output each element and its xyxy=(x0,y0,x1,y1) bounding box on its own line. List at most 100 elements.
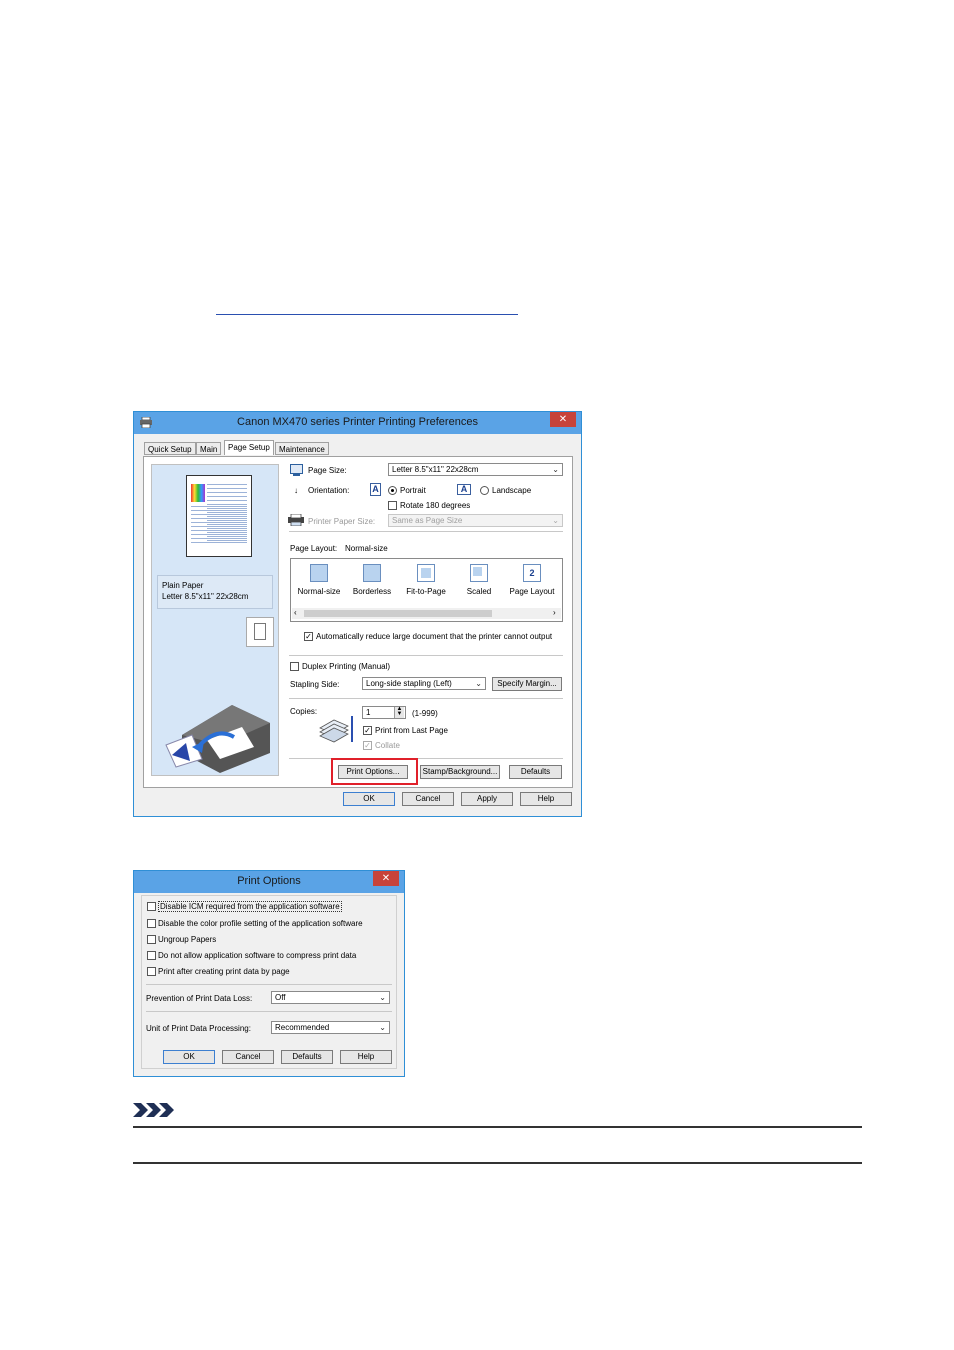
scroll-left-icon[interactable]: ‹ xyxy=(294,608,297,617)
disable-icm-checkbox[interactable] xyxy=(147,902,156,911)
help-button[interactable]: Help xyxy=(340,1050,392,1064)
layout-option-normal-size[interactable]: Normal-size xyxy=(293,587,345,596)
apply-button[interactable]: Apply xyxy=(461,792,513,806)
page-size-icon xyxy=(290,464,303,476)
ok-button[interactable]: OK xyxy=(163,1050,215,1064)
landscape-radio[interactable] xyxy=(480,486,489,495)
separator xyxy=(146,1011,392,1012)
defaults-button[interactable]: Defaults xyxy=(509,765,562,779)
spinner-icon[interactable]: ▲ ▼ xyxy=(394,706,404,718)
ok-button[interactable]: OK xyxy=(343,792,395,806)
layout-option-scaled[interactable]: Scaled xyxy=(453,587,505,596)
tab-page-setup[interactable]: Page Setup xyxy=(224,440,274,455)
help-button[interactable]: Help xyxy=(520,792,572,806)
chevron-down-icon: ⌄ xyxy=(379,993,386,1002)
portrait-icon: A xyxy=(370,483,381,496)
stapling-side-select[interactable]: Long-side stapling (Left) ⌄ xyxy=(362,677,486,690)
layout-option-page-layout[interactable]: Page Layout xyxy=(506,587,558,596)
collate-checkbox[interactable]: ✓ xyxy=(363,741,372,750)
prevention-value: Off xyxy=(275,993,286,1002)
landscape-label: Landscape xyxy=(492,486,532,495)
printer-paper-size-label: Printer Paper Size: xyxy=(308,517,376,526)
print-from-last-page-checkbox[interactable]: ✓ xyxy=(363,726,372,735)
print-after-creating-label: Print after creating print data by page xyxy=(158,967,290,976)
copies-label: Copies: xyxy=(290,707,318,716)
tab-quick-setup[interactable]: Quick Setup xyxy=(144,442,196,455)
prevention-label: Prevention of Print Data Loss: xyxy=(146,994,253,1003)
unit-value: Recommended xyxy=(275,1023,330,1032)
scaled-icon[interactable] xyxy=(470,564,488,582)
close-button[interactable]: ✕ xyxy=(550,412,576,427)
chevron-down-icon: ⌄ xyxy=(379,1023,386,1032)
page-layout-list[interactable]: Normal-size Borderless Fit-to-Page Scale… xyxy=(290,558,563,622)
layout-option-fit-to-page[interactable]: Fit-to-Page xyxy=(400,587,452,596)
copies-input[interactable]: 1 ▲ ▼ xyxy=(362,706,406,719)
cancel-button[interactable]: Cancel xyxy=(222,1050,274,1064)
tab-main[interactable]: Main xyxy=(196,442,222,455)
chevron-down-icon: ⌄ xyxy=(552,516,559,525)
page-size-select[interactable]: Letter 8.5"x11" 22x28cm ⌄ xyxy=(388,463,563,476)
rotate-180-checkbox[interactable] xyxy=(388,501,397,510)
layout-option-borderless[interactable]: Borderless xyxy=(346,587,398,596)
title-bar[interactable]: Canon MX470 series Printer Printing Pref… xyxy=(134,412,581,434)
rotate-180-label: Rotate 180 degrees xyxy=(400,501,471,510)
window-title: Print Options xyxy=(237,875,301,887)
page-layout-icon[interactable]: 2 xyxy=(523,564,541,582)
page-preview xyxy=(186,475,252,557)
printer-paper-icon xyxy=(288,514,304,526)
disable-color-profile-label: Disable the color profile setting of the… xyxy=(158,919,363,928)
note-top-rule xyxy=(133,1126,862,1128)
tab-strip: Quick Setup Main Page Setup Maintenance xyxy=(144,440,444,456)
ungroup-papers-checkbox[interactable] xyxy=(147,935,156,944)
disable-color-profile-checkbox[interactable] xyxy=(147,919,156,928)
page-size-value: Letter 8.5"x11" 22x28cm xyxy=(392,465,479,474)
scrollbar-thumb[interactable] xyxy=(304,610,492,617)
window-title: Canon MX470 series Printer Printing Pref… xyxy=(237,416,478,428)
specify-margin-button[interactable]: Specify Margin... xyxy=(492,677,562,691)
copies-stack-icon xyxy=(319,716,353,743)
duplex-label: Duplex Printing (Manual) xyxy=(302,662,391,671)
borderless-icon[interactable] xyxy=(363,564,381,582)
separator xyxy=(289,655,563,656)
hyperlink-underline[interactable] xyxy=(216,314,518,315)
page-size-label: Page Size: xyxy=(308,466,347,475)
cancel-button[interactable]: Cancel xyxy=(402,792,454,806)
print-options-highlight xyxy=(331,758,418,785)
no-compress-checkbox[interactable] xyxy=(147,951,156,960)
printer-paper-size-select[interactable]: Same as Page Size ⌄ xyxy=(388,514,563,527)
fit-to-page-icon[interactable] xyxy=(417,564,435,582)
chevron-down-icon: ⌄ xyxy=(475,679,482,688)
title-bar[interactable]: Print Options ✕ xyxy=(134,871,404,893)
print-options-window: Print Options ✕ Disable ICM required fro… xyxy=(133,870,405,1077)
duplex-checkbox[interactable] xyxy=(290,662,299,671)
tab-maintenance[interactable]: Maintenance xyxy=(275,442,329,455)
media-info-box: Plain Paper Letter 8.5"x11" 22x28cm xyxy=(157,575,273,609)
unit-label: Unit of Print Data Processing: xyxy=(146,1024,251,1033)
note-bottom-rule xyxy=(133,1162,862,1164)
portrait-label: Portrait xyxy=(400,486,426,495)
prevention-select[interactable]: Off ⌄ xyxy=(271,991,390,1004)
auto-reduce-label: Automatically reduce large document that… xyxy=(316,632,553,641)
stapling-side-value: Long-side stapling (Left) xyxy=(366,679,452,688)
collate-label: Collate xyxy=(375,741,400,750)
portrait-radio[interactable] xyxy=(388,486,397,495)
close-button[interactable]: ✕ xyxy=(373,871,399,886)
page-layout-label: Page Layout: xyxy=(290,544,338,553)
copies-range: (1-999) xyxy=(412,709,438,718)
print-after-creating-checkbox[interactable] xyxy=(147,967,156,976)
unit-select[interactable]: Recommended ⌄ xyxy=(271,1021,390,1034)
auto-reduce-checkbox[interactable]: ✓ xyxy=(304,632,313,641)
note-icon xyxy=(133,1103,174,1117)
stamp-background-button[interactable]: Stamp/Background... xyxy=(420,765,500,779)
print-from-last-page-label: Print from Last Page xyxy=(375,726,448,735)
disable-icm-label: Disable ICM required from the applicatio… xyxy=(158,901,342,912)
orientation-label: Orientation: xyxy=(308,486,350,495)
defaults-button[interactable]: Defaults xyxy=(281,1050,333,1064)
printer-illustration-icon xyxy=(165,705,270,773)
horizontal-scrollbar[interactable]: ‹ › xyxy=(292,608,561,619)
printing-preferences-window: Canon MX470 series Printer Printing Pref… xyxy=(133,411,582,817)
scroll-right-icon[interactable]: › xyxy=(553,608,556,617)
normal-size-icon[interactable] xyxy=(310,564,328,582)
separator xyxy=(289,698,563,699)
landscape-icon: A xyxy=(457,484,471,495)
